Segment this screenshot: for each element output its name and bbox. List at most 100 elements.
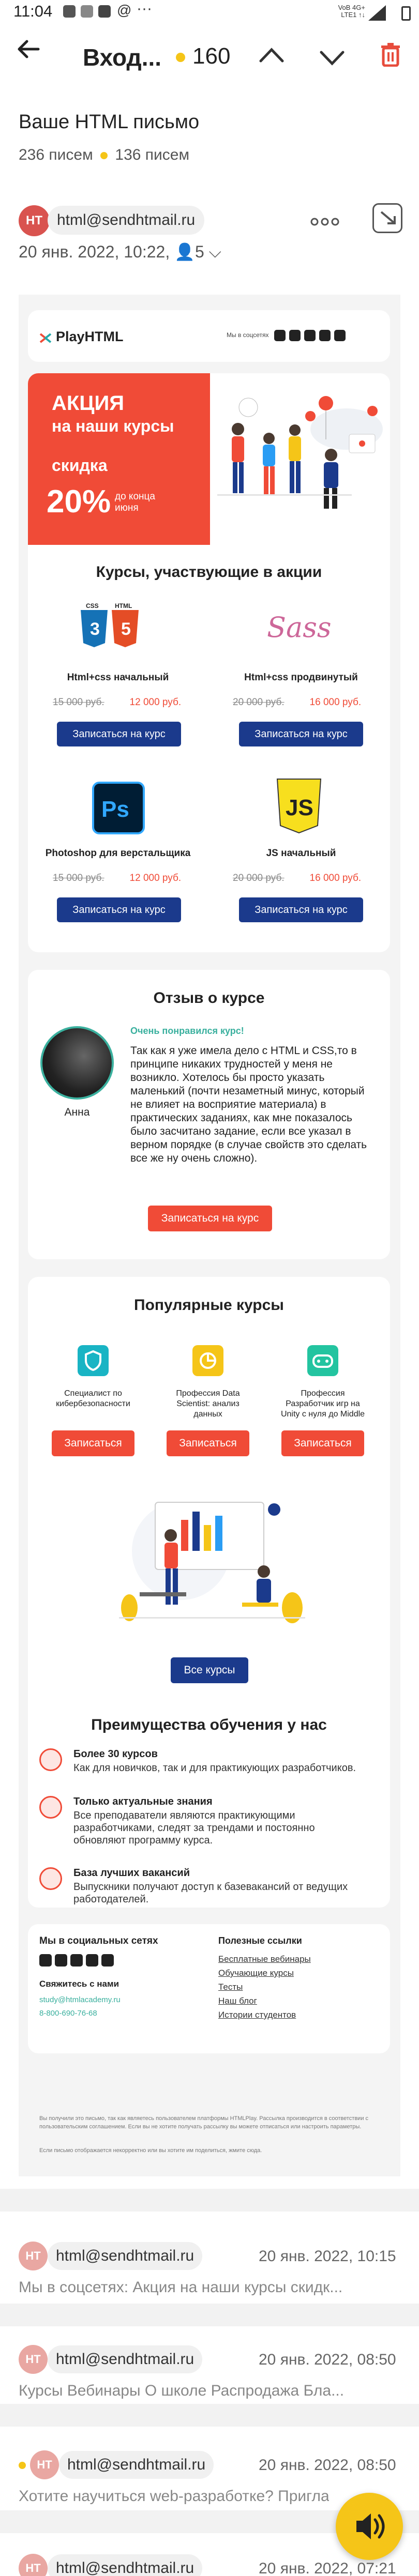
next-message-chevron-icon[interactable] [319,49,345,69]
status-bar: 11:04 @ ··· VoB 4G+ LTE1 ↑↓ [0,0,419,26]
thread-separator [0,2304,419,2326]
thread-separator [0,2404,419,2427]
vk-icon[interactable] [334,330,346,341]
vk-icon[interactable] [101,1954,114,1967]
facebook-icon[interactable] [274,330,286,341]
footer-links-title: Полезные ссылки [218,1935,302,1946]
fine-print: Вы получили это письмо, так как являетес… [39,2115,369,2130]
popular-course-name: Профессия Разработчик игр на Unity с нул… [280,1389,365,1419]
unread-counter: 160 [192,43,231,69]
old-price: 15 000 руб. [53,873,104,883]
telegram-icon[interactable] [319,330,331,341]
promo-until-line1: до конца [115,491,155,502]
course-prices: 20 000 руб. 16 000 руб. [233,697,367,708]
benefit-text: Как для новичков, так и для практикующих… [73,1762,356,1774]
speaker-icon [356,2513,385,2539]
enroll-button[interactable]: Записаться на курс [239,722,363,746]
course-prices: 15 000 руб. 12 000 руб. [53,873,187,884]
carrier-label: VoB 4G+ [338,4,365,11]
previous-message-chevron-icon[interactable] [259,45,285,66]
svg-text:JS: JS [286,795,313,820]
sass-icon: Sass [264,601,332,655]
popular-title: Популярные курсы [134,1297,284,1314]
footer-links: Бесплатные вебинары Обучающие курсы Тест… [218,1952,311,2022]
footer-link[interactable]: Наш блог [218,1994,311,2008]
courses-title: Курсы, участвующие в акции [96,563,322,581]
svg-text:HTML: HTML [115,602,132,609]
facebook-icon[interactable] [39,1954,52,1967]
instagram-icon[interactable] [55,1954,67,1967]
recipient-icon[interactable]: 👤 [174,242,195,261]
new-price: 12 000 руб. [129,697,182,708]
sender-chip[interactable]: html@sendhtmail.ru [48,206,205,235]
more-notifications-icon: ··· [137,0,152,17]
footer-social-icons [39,1954,114,1969]
unread-message-count: 136 писем [115,146,190,163]
trash-icon[interactable] [381,43,400,67]
message-datetime: 20 янв. 2022, 10:22, 👤5 ⌵ [19,242,221,262]
popular-enroll-button[interactable]: Записаться [281,1430,364,1456]
course-name: Photoshop для верстальщика [45,848,191,859]
thread-sender: html@sendhtmail.ru [59,2451,214,2479]
svg-text:Ps: Ps [101,797,129,822]
at-icon: @ [117,2,132,18]
fine-print-share: Если письмо отображается некорректно или… [39,2147,262,2154]
promo-discount-value: 20% [47,484,111,520]
footer-link[interactable]: Обучающие курсы [218,1966,311,1980]
telegram-icon[interactable] [86,1954,98,1967]
youtube-icon[interactable] [70,1954,83,1967]
promo-until-line2: июня [115,502,139,513]
courses-benefit-icon [39,1748,62,1771]
unread-dot [176,53,185,62]
enroll-button[interactable]: Записаться на курс [239,897,363,922]
sender-avatar[interactable]: HT [19,205,50,236]
course-name: Html+css продвинутый [244,672,358,683]
new-price: 12 000 руб. [129,873,182,883]
enroll-button[interactable]: Записаться на курс [57,897,181,922]
review-text: Так как я уже имела дело с HTML и CSS,то… [130,1045,367,1164]
footer-link[interactable]: Истории студентов [218,2008,311,2022]
popular-enroll-button[interactable]: Записаться [52,1430,134,1456]
total-count: 236 писем [19,146,93,163]
signal-icon [368,5,387,21]
benefit-text: Выпускники получают доступ к базеваканси… [73,1881,348,1905]
image-notification-icon [81,5,93,18]
enroll-button[interactable]: Записаться на курс [57,722,181,746]
back-arrow-icon[interactable] [16,36,41,67]
old-price: 15 000 руб. [53,697,104,708]
thread-avatar: HT [19,2242,48,2270]
review-title: Отзыв о курсе [153,989,265,1007]
study-illustration [119,1489,305,1631]
logo[interactable]: PlayHTML [56,329,124,345]
footer-link[interactable]: Тесты [218,1980,311,1994]
all-courses-button[interactable]: Все курсы [171,1657,248,1683]
thread-date: 20 янв. 2022, 08:50 [259,2457,396,2474]
popular-course-name: Специалист по кибербезопасности [56,1389,130,1408]
old-price: 20 000 руб. [233,873,285,883]
old-price: 20 000 руб. [233,697,285,708]
footer-link[interactable]: Бесплатные вебинары [218,1952,311,1966]
footer-contact-title: Свяжитесь с нами [39,1979,119,1989]
thread-preview: Курсы Вебинары О школе Распродажа Бла... [19,2382,345,2399]
reply-icon[interactable] [372,203,402,233]
benefits-title: Преимущества обучения у нас [91,1716,327,1733]
clock-benefit-icon [39,1796,62,1819]
thread-date: 20 янв. 2022, 07:21 [259,2560,396,2576]
folder-title[interactable]: Вход... [83,43,161,71]
review-enroll-button[interactable]: Записаться на курс [148,1206,272,1231]
popular-course-name: Профессия Data Scientist: анализ данных [176,1389,240,1419]
youtube-icon[interactable] [304,330,316,341]
promo-title: АКЦИЯ на наши курсы [52,392,174,437]
footer-email[interactable]: study@htmlacademy.ru [39,1995,121,2004]
thread-sender: html@sendhtmail.ru [48,2242,203,2270]
recipients-chevron-icon[interactable]: ⌵ [209,242,221,261]
svg-text:3: 3 [90,619,100,639]
recipient-count[interactable]: 5 [195,242,204,261]
instagram-icon[interactable] [289,330,301,341]
read-aloud-button[interactable] [336,2493,403,2560]
reviewer-name: Анна [64,1106,90,1118]
footer-phone[interactable]: 8-800-690-76-68 [39,2009,97,2018]
more-options-icon[interactable] [310,207,339,233]
popular-enroll-button[interactable]: Записаться [167,1430,249,1456]
benefit-text: Все преподаватели являются практикующими… [73,1810,315,1846]
